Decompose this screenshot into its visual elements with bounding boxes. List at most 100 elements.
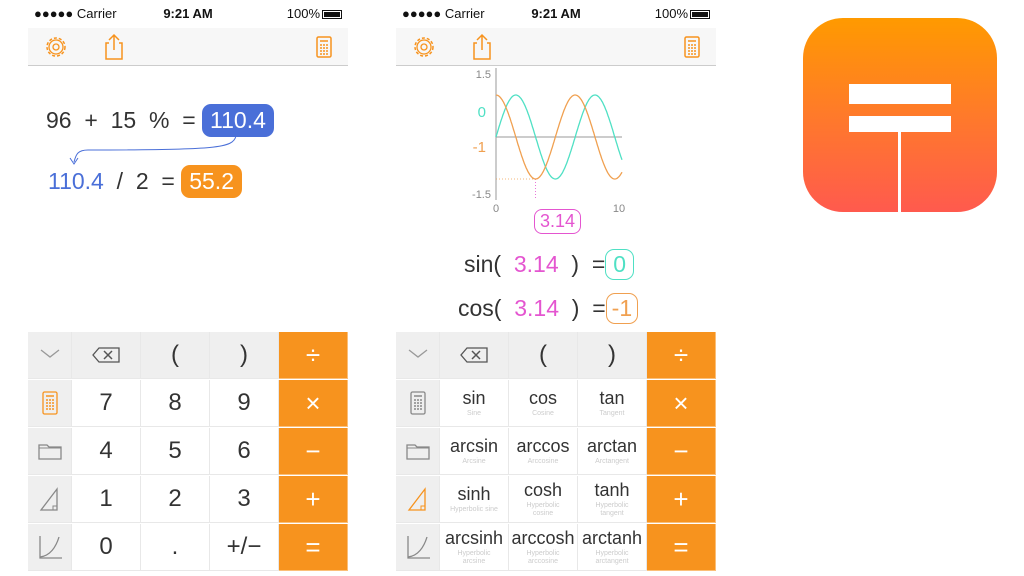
trigonometry-mode-button[interactable] [396,476,440,523]
key-7[interactable]: 7 [72,380,141,427]
operand: 2 [135,168,149,194]
collapse-keypad-button[interactable] [396,332,440,379]
add-key[interactable]: + [647,476,716,523]
trigonometry-mode-button[interactable] [28,476,72,523]
graph-icon [38,536,62,559]
history-button[interactable] [28,428,72,475]
function-key-arccosh[interactable]: arccosh Hyperbolic arccosine [509,524,578,571]
equals-key[interactable]: = [647,524,716,571]
argument[interactable]: 3.14 [514,295,559,321]
logo-bar [849,116,951,132]
key-2[interactable]: 2 [141,476,210,523]
open-paren-key[interactable]: ( [141,332,210,379]
key-1[interactable]: 1 [72,476,141,523]
function-description: Tangent [599,409,625,417]
result-badge[interactable]: -1 [605,293,639,324]
function-graph[interactable]: 1.5 0 -1 -1.5 0 10 [456,66,636,216]
divide-key[interactable]: ÷ [279,332,348,379]
multiply-key[interactable]: × [647,380,716,427]
multiply-key[interactable]: × [279,380,348,427]
y-tick: 1.5 [476,69,491,81]
equals-key[interactable]: = [279,524,348,571]
operator: % [148,107,170,133]
function-key-arcsinh[interactable]: arcsinh Hyperbolic arcsine [440,524,509,571]
calculator-icon[interactable] [309,32,339,62]
argument[interactable]: 3.14 [514,251,559,277]
function-name: sinh [457,483,491,504]
backspace-icon [92,347,120,363]
function-name: cos( [458,295,502,321]
key-0[interactable]: 0 [72,524,141,571]
function-name: cosh [523,479,563,500]
divide-key[interactable]: ÷ [647,332,716,379]
result-badge[interactable]: 0 [605,249,635,280]
function-key-cosh[interactable]: cosh Hyperbolic cosine [509,476,578,523]
logo-stem [898,132,901,212]
subtract-key[interactable]: − [279,428,348,475]
cursor-value-badge[interactable]: 3.14 [534,209,582,234]
function-key-arctan[interactable]: arctan Arctangent [578,428,647,475]
function-description: Arcsine [462,457,486,465]
calculator-icon[interactable] [677,32,707,62]
logo-bar [849,84,951,104]
equals-sign: = [592,295,606,321]
key-6[interactable]: 6 [210,428,279,475]
folder-icon [37,444,62,460]
history-button[interactable] [396,428,440,475]
battery-icon [322,10,342,20]
function-key-arcsin[interactable]: arcsin Arcsine [440,428,509,475]
key-5[interactable]: 5 [141,428,210,475]
cos-expression[interactable]: cos( 3.14 ) = -1 [458,293,639,324]
calculator-mode-button[interactable] [28,380,72,427]
function-key-cos[interactable]: cos Cosine [509,380,578,427]
paren: ) [571,295,580,321]
key-8[interactable]: 8 [141,380,210,427]
calculator-mode-button[interactable] [396,380,440,427]
key-4[interactable]: 4 [72,428,141,475]
function-name: arctanh [581,527,643,548]
function-name: arcsinh [444,527,504,548]
sin-expression[interactable]: sin( 3.14 ) = 0 [464,249,635,280]
backspace-button[interactable] [440,332,509,379]
equals-sign: = [591,251,606,277]
equals-sign: = [161,168,175,194]
expression-line-2[interactable]: 110.4 / 2 = 55.2 [48,165,242,198]
function-name: cos [528,387,557,408]
subtract-key[interactable]: − [647,428,716,475]
operator: + [84,107,98,133]
graph-mode-button[interactable] [396,524,440,571]
graph-mode-button[interactable] [28,524,72,571]
gear-icon[interactable] [409,32,439,62]
function-key-tanh[interactable]: tanh Hyperbolic tangent [578,476,647,523]
backspace-icon [460,347,488,363]
referenced-result[interactable]: 110.4 [48,168,104,194]
function-name: arccosh [511,527,575,548]
operator: / [116,168,124,194]
open-paren-key[interactable]: ( [509,332,578,379]
key-3[interactable]: 3 [210,476,279,523]
operand: 15 [110,107,137,133]
result-badge[interactable]: 110.4 [202,104,274,137]
x-tick: 0 [493,203,499,215]
result-badge[interactable]: 55.2 [181,165,242,198]
function-key-sin[interactable]: sin Sine [440,380,509,427]
function-key-arccos[interactable]: arccos Arccosine [509,428,578,475]
function-key-sinh[interactable]: sinh Hyperbolic sine [440,476,509,523]
graph-icon [406,536,430,559]
expression-line-1[interactable]: 96 + 15 % = 110.4 [46,104,274,137]
key-9[interactable]: 9 [210,380,279,427]
calculator-icon [41,391,58,415]
function-key-arctanh[interactable]: arctanh Hyperbolic arctangent [578,524,647,571]
gear-icon[interactable] [41,32,71,62]
decimal-key[interactable]: . [141,524,210,571]
close-paren-key[interactable]: ) [578,332,647,379]
function-key-tan[interactable]: tan Tangent [578,380,647,427]
close-paren-key[interactable]: ) [210,332,279,379]
share-icon[interactable] [467,32,497,62]
share-icon[interactable] [99,32,129,62]
add-key[interactable]: + [279,476,348,523]
sign-toggle-key[interactable]: +/− [210,524,279,571]
status-bar: ●●●●● Carrier 9:21 AM 100% [28,0,348,28]
backspace-button[interactable] [72,332,141,379]
collapse-keypad-button[interactable] [28,332,72,379]
